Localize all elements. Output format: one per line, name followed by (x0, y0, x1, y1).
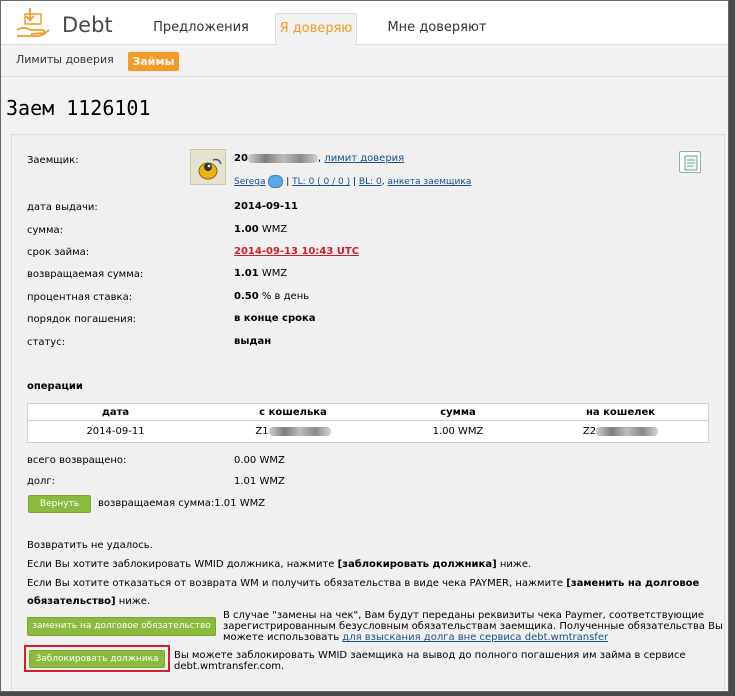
exchange-note: В случае "замены на чек", Вам будут пере… (223, 610, 723, 643)
interest-rate-label: процентная ставка: (27, 292, 133, 303)
exchange-to-debt-obligation-button[interactable]: заменить на долговое обязательство (27, 617, 216, 636)
subtab-trust-limits[interactable]: Лимиты доверия (16, 53, 114, 66)
return-failed-message: Возвратить не удалось. (27, 540, 153, 551)
issue-date-value: 2014-09-11 (234, 201, 298, 212)
operations-table-header: дата с кошелька сумма на кошелек (27, 403, 709, 421)
op-amount: 1.00 WMZ (432, 426, 484, 437)
term-value: 2014-09-13 10:43 UTC (234, 246, 360, 257)
borrower-label: Заемщик: (27, 155, 79, 166)
total-returned-label: всего возвращено: (27, 455, 127, 466)
borrower-nick-link[interactable]: Serega (234, 177, 266, 187)
borrower-info-line: Serega | TL: 0 ( 0 / 0 ) | BL: 0, анкета… (234, 175, 472, 188)
op-date: 2014-09-11 (86, 426, 145, 437)
return-amount-value: 1.01 WMZ (234, 268, 288, 279)
col-to-header: на кошелек (585, 407, 656, 418)
wallet-redacted (268, 426, 331, 436)
status-label: статус: (27, 337, 66, 348)
exchange-hint-line2: обязательство] ниже. (27, 596, 151, 607)
tab-offers[interactable]: Предложения (151, 13, 251, 45)
document-icon (684, 155, 698, 171)
print-icon[interactable] (679, 151, 701, 173)
operations-title: операции (27, 381, 83, 392)
debt-logo-icon (16, 8, 50, 37)
app-name: Debt (62, 13, 113, 37)
page-frame: Debt Предложения Я доверяю Мне доверяют … (0, 0, 729, 692)
return-button[interactable]: Вернуть (28, 495, 91, 513)
borrower-profile-link[interactable]: анкета заемщика (387, 177, 471, 187)
interest-rate-value: 0.50 % в день (234, 291, 310, 302)
status-value: выдан (234, 336, 272, 347)
loan-details-panel: Заемщик: 20, лимит доверия Serega | TL: … (11, 134, 725, 690)
total-returned-value: 0.00 WMZ (234, 455, 285, 466)
borrower-wmid: 20, лимит доверия (234, 153, 405, 164)
amount-label: сумма: (27, 225, 64, 236)
wmid-redacted (247, 153, 318, 163)
debt-label: долг: (27, 476, 56, 487)
col-date-header: дата (101, 407, 130, 418)
repayment-order-label: порядок погашения: (27, 314, 137, 325)
chat-icon[interactable] (268, 175, 284, 188)
top-bar: Debt Предложения Я доверяю Мне доверяют (1, 1, 728, 45)
tl-link[interactable]: TL: 0 ( 0 / 0 ) (292, 177, 350, 187)
issue-date-label: дата выдачи: (27, 202, 98, 213)
wallet-redacted (596, 426, 659, 436)
repayment-order-value: в конце срока (234, 313, 316, 324)
page-title: Заем 1126101 (6, 96, 151, 120)
bl-link[interactable]: BL: 0 (359, 177, 382, 187)
tab-trusted-by[interactable]: Мне доверяют (377, 13, 497, 45)
exchange-hint-line1: Если Вы хотите отказаться от возврата WM… (27, 578, 700, 589)
op-from-wallet: Z1 (203, 426, 383, 437)
tab-i-trust[interactable]: Я доверяю (275, 13, 357, 45)
sub-navigation: Лимиты доверия Займы (1, 45, 728, 77)
trust-limit-link[interactable]: лимит доверия (324, 153, 404, 164)
debt-value: 1.01 WMZ (234, 476, 285, 487)
subtab-loans[interactable]: Займы (128, 52, 179, 71)
return-amount-text: возвращаемая сумма:1.01 WMZ (98, 498, 266, 509)
block-hint: Если Вы хотите заблокировать WMID должни… (27, 559, 532, 570)
col-from-header: с кошелька (259, 407, 327, 418)
collect-debt-link[interactable]: для взыскания долга вне сервиса debt.wmt… (342, 632, 608, 643)
amount-value: 1.00 WMZ (234, 224, 288, 235)
avatar-icon (198, 158, 222, 180)
return-amount-label: возвращаемая сумма: (27, 269, 144, 280)
borrower-avatar (190, 149, 226, 185)
term-label: срок займа: (27, 247, 90, 258)
block-note: Вы можете заблокировать WMID заемщика на… (174, 650, 686, 672)
col-amount-header: сумма (440, 407, 476, 418)
block-debtor-button[interactable]: Заблокировать должника (29, 650, 165, 668)
table-row: 2014-09-11 Z1 1.00 WMZ Z2 (27, 421, 709, 443)
op-to-wallet: Z2 (533, 426, 708, 437)
